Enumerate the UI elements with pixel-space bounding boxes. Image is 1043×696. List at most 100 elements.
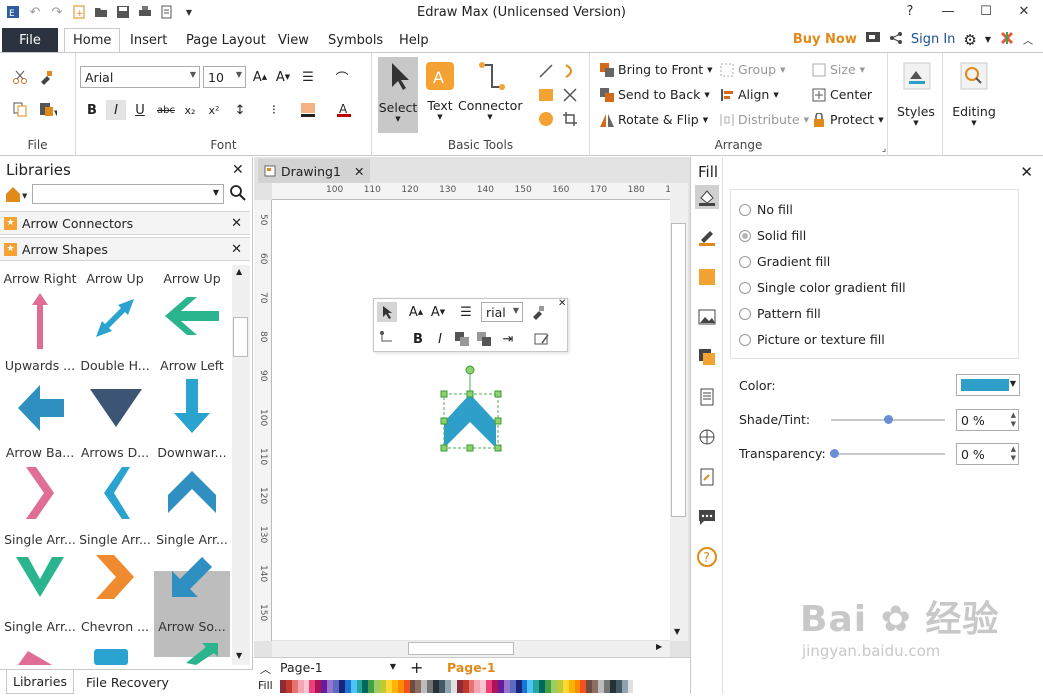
rectangle-tool-icon[interactable] bbox=[536, 85, 556, 105]
arrow-back-icon[interactable] bbox=[16, 383, 66, 433]
ellipse-tool-icon[interactable] bbox=[536, 109, 556, 129]
center-button[interactable]: Center bbox=[812, 87, 872, 102]
library-category-arrow-shapes[interactable]: ★ Arrow Shapes ✕ bbox=[0, 237, 250, 261]
close-icon[interactable]: ✕ bbox=[1005, 0, 1043, 22]
radio-solid-fill[interactable]: Solid fill bbox=[739, 228, 806, 243]
palette-swatch[interactable] bbox=[627, 680, 634, 693]
bold-icon[interactable]: B bbox=[82, 100, 102, 120]
rotation-handle[interactable] bbox=[465, 365, 475, 375]
arrow-southwest-icon[interactable] bbox=[168, 553, 216, 601]
text-highlight-icon[interactable] bbox=[298, 100, 318, 120]
libraries-close-icon[interactable]: ✕ bbox=[232, 162, 244, 178]
attachment-panel-icon[interactable] bbox=[695, 465, 719, 489]
bold-icon[interactable]: B bbox=[408, 329, 428, 349]
single-arrow-left-icon[interactable] bbox=[100, 465, 132, 521]
file-tab[interactable]: File bbox=[2, 28, 58, 52]
shrink-font-icon[interactable]: A ▼ bbox=[273, 67, 293, 87]
pointer-icon[interactable] bbox=[377, 302, 397, 322]
crop-tool-icon[interactable] bbox=[560, 109, 580, 129]
connector-tool[interactable]: Connector ▼ bbox=[458, 59, 522, 133]
strikethrough-icon[interactable]: abc bbox=[156, 100, 176, 120]
library-category-arrow-connectors[interactable]: ★ Arrow Connectors ✕ bbox=[0, 211, 250, 235]
arc-tool-icon[interactable] bbox=[560, 61, 580, 81]
single-arrow-right-icon[interactable] bbox=[24, 465, 56, 521]
upwards-arrow-icon[interactable] bbox=[20, 291, 60, 351]
comment-panel-icon[interactable] bbox=[695, 505, 719, 529]
single-arrow-up-icon[interactable] bbox=[166, 469, 218, 515]
library-scrollbar[interactable]: ▲ ▼ bbox=[232, 265, 250, 665]
fill-panel-icon[interactable] bbox=[695, 185, 719, 209]
help-icon[interactable]: ? bbox=[891, 0, 929, 22]
shade-slider-knob[interactable] bbox=[884, 415, 893, 424]
radio-single-color-gradient-fill[interactable]: Single color gradient fill bbox=[739, 280, 906, 295]
edit-shape-icon[interactable] bbox=[532, 329, 552, 349]
grow-font-icon[interactable]: A ▲ bbox=[406, 302, 426, 322]
close-document-icon[interactable]: ✕ bbox=[354, 164, 364, 179]
line-spacing-icon[interactable]: ↕ bbox=[230, 100, 250, 120]
tab-page-layout[interactable]: Page Layout bbox=[178, 28, 274, 52]
format-painter-icon[interactable] bbox=[36, 67, 56, 87]
share-icon[interactable] bbox=[889, 31, 903, 48]
library-search-input[interactable]: ▼ bbox=[32, 184, 224, 204]
group-button[interactable]: Group ▼ bbox=[720, 62, 785, 77]
close-floating-toolbar-icon[interactable]: ✕ bbox=[558, 298, 566, 309]
size-button[interactable]: Size ▼ bbox=[812, 62, 865, 77]
floating-font-select[interactable]: rial ▼ bbox=[481, 302, 523, 322]
font-color-icon[interactable]: A bbox=[334, 100, 354, 120]
tab-insert[interactable]: Insert bbox=[122, 28, 175, 52]
align-button[interactable]: Align ▼ bbox=[720, 87, 779, 102]
transparency-input[interactable]: 0 % ▲ ▼ bbox=[956, 443, 1019, 465]
arrow-down-triangle-icon[interactable] bbox=[88, 387, 144, 429]
text-tool[interactable]: A Text ▼ bbox=[422, 59, 458, 133]
tab-view[interactable]: View bbox=[270, 28, 317, 52]
layers-panel-icon[interactable] bbox=[695, 345, 719, 369]
chevron-icon[interactable] bbox=[94, 553, 136, 601]
collapse-ribbon-icon[interactable]: ︿ bbox=[1023, 32, 1033, 47]
cut-icon[interactable] bbox=[10, 67, 30, 87]
search-icon[interactable] bbox=[230, 185, 246, 205]
text-curve-icon[interactable]: ⌒ bbox=[332, 67, 352, 87]
library-home-icon[interactable]: ▼ bbox=[4, 185, 30, 206]
settings-gear-icon[interactable]: ⚙ bbox=[963, 31, 976, 49]
connector-style-icon[interactable] bbox=[377, 329, 397, 349]
arrow-left-icon[interactable] bbox=[163, 295, 221, 337]
styles-button[interactable]: Styles ▼ bbox=[894, 61, 938, 151]
selected-chevron-shape[interactable] bbox=[432, 360, 512, 460]
underline-icon[interactable]: U bbox=[130, 100, 150, 120]
protect-button[interactable]: Protect ▼ bbox=[812, 112, 884, 127]
help-panel-icon[interactable]: ? bbox=[695, 545, 719, 569]
shadow-panel-icon[interactable] bbox=[695, 265, 719, 289]
select-tool[interactable]: Select ▼ bbox=[378, 57, 418, 133]
partial-shape-icon[interactable] bbox=[182, 641, 222, 665]
radio-gradient-fill[interactable]: Gradient fill bbox=[739, 254, 830, 269]
page-panel-icon[interactable] bbox=[695, 385, 719, 409]
close-category-icon[interactable]: ✕ bbox=[231, 242, 242, 257]
font-name-select[interactable]: Arial ▼ bbox=[80, 66, 200, 88]
cross-tool-icon[interactable] bbox=[560, 85, 580, 105]
distribute-button[interactable]: Distribute ▼ bbox=[720, 112, 809, 127]
send-back-icon[interactable] bbox=[474, 329, 494, 349]
distribute-icon[interactable]: ⇥ bbox=[498, 329, 518, 349]
superscript-icon[interactable]: x² bbox=[204, 100, 224, 120]
vertical-scroll-thumb[interactable] bbox=[671, 223, 686, 517]
bring-to-front-button[interactable]: Bring to Front ▼ bbox=[600, 62, 713, 77]
color-picker[interactable]: ▼ bbox=[956, 374, 1020, 396]
shrink-font-icon[interactable]: A ▼ bbox=[428, 302, 448, 322]
shade-tint-slider[interactable] bbox=[831, 415, 945, 424]
align-text-icon[interactable]: ☰ bbox=[298, 67, 318, 87]
tab-help[interactable]: Help bbox=[391, 28, 437, 52]
line-tool-icon[interactable] bbox=[536, 61, 556, 81]
double-headed-arrow-icon[interactable] bbox=[92, 295, 138, 341]
font-size-select[interactable]: 10 ▼ bbox=[203, 66, 246, 88]
minimize-icon[interactable]: — bbox=[929, 0, 967, 22]
vertical-scrollbar[interactable]: ▼ bbox=[670, 183, 688, 641]
editing-button[interactable]: Editing ▼ bbox=[949, 61, 999, 151]
downward-arrow-icon[interactable] bbox=[170, 377, 214, 435]
grow-font-icon[interactable]: A ▲ bbox=[250, 67, 270, 87]
rotate-flip-button[interactable]: Rotate & Flip ▼ bbox=[600, 112, 708, 127]
radio-picture-texture-fill[interactable]: Picture or texture fill bbox=[739, 332, 885, 347]
horizontal-scrollbar[interactable]: ▶ bbox=[272, 641, 670, 657]
tab-file-recovery[interactable]: File Recovery bbox=[80, 670, 175, 694]
format-painter-icon[interactable] bbox=[528, 302, 548, 322]
partial-shape-icon[interactable] bbox=[16, 647, 56, 665]
